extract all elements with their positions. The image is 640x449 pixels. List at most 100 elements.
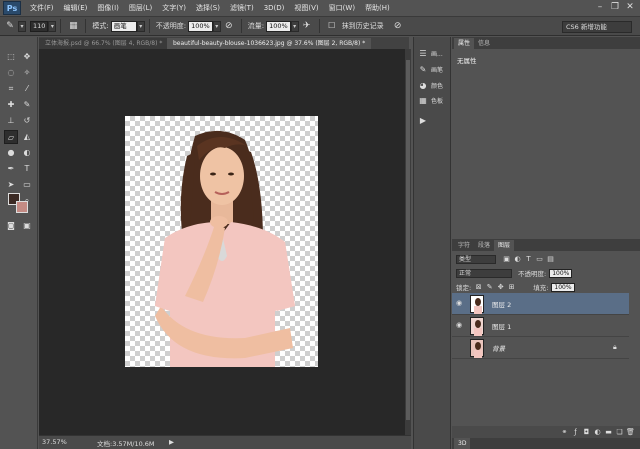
filter-adjust-icon[interactable]: ◐ — [513, 255, 522, 264]
trash-icon[interactable]: 🗑︎ — [626, 428, 635, 437]
menu-help[interactable]: 帮助(H) — [360, 0, 395, 16]
mode-dropdown[interactable]: ▾ — [136, 20, 145, 32]
layer-row-2[interactable]: ◉ 图层 2 — [452, 293, 629, 315]
woman-photo — [155, 130, 295, 367]
menu-type[interactable]: 文字(Y) — [157, 0, 191, 16]
layer-row-background[interactable]: ◌ 背景 🔒︎ — [452, 337, 629, 359]
magic-wand-icon[interactable]: ✧ — [20, 66, 34, 80]
eyedropper-icon[interactable]: ⁄ — [20, 82, 34, 96]
minimize-icon[interactable]: – — [594, 2, 606, 13]
menu-view[interactable]: 视图(V) — [289, 0, 323, 16]
opacity-dropdown[interactable]: ▾ — [212, 20, 221, 32]
tab-blouse[interactable]: beautiful-beauty-blouse-1036623.jpg @ 37… — [167, 38, 372, 49]
strip-item-swatches[interactable]: ▦ 色板 — [418, 94, 443, 106]
move-tool-icon[interactable]: ✥ — [20, 50, 34, 64]
tab-properties[interactable]: 属性 — [454, 38, 475, 49]
tab-info[interactable]: 信息 — [474, 38, 494, 49]
layer-name[interactable]: 图层 2 — [492, 299, 511, 309]
lock-all-icon[interactable]: ⊞ — [507, 283, 516, 292]
menu-layer[interactable]: 图层(L) — [124, 0, 157, 16]
add-mask-icon[interactable]: ◘ — [582, 428, 591, 437]
quick-mask-icon[interactable]: ◙ — [4, 219, 18, 233]
path-select-icon[interactable]: ➤ — [4, 178, 18, 192]
adjustment-layer-icon[interactable]: ◐ — [593, 428, 602, 437]
eraser-icon[interactable]: ▱ — [4, 130, 18, 144]
play-icon: ▶ — [419, 115, 427, 125]
menu-edit[interactable]: 编辑(E) — [59, 0, 93, 16]
lock-paint-icon[interactable]: ✎ — [485, 283, 494, 292]
airbrush-icon[interactable]: ✈ — [301, 20, 313, 32]
eraser-tool-icon[interactable]: ✎ — [4, 20, 16, 32]
layer-name[interactable]: 背景 — [492, 343, 505, 353]
restore-icon[interactable]: ❐ — [609, 2, 621, 13]
filter-pixel-icon[interactable]: ▣ — [502, 255, 511, 264]
brush-size-field[interactable]: 110 — [30, 20, 49, 32]
shape-tool-icon[interactable]: ▭ — [20, 178, 34, 192]
lock-pixels-icon[interactable]: ⊠ — [474, 283, 483, 292]
background-color-swatch[interactable] — [16, 201, 28, 213]
strip-item-color[interactable]: ◕ 颜色 — [418, 79, 444, 91]
menu-image[interactable]: 图像(I) — [92, 0, 124, 16]
zoom-level[interactable]: 37.57% — [42, 438, 67, 446]
new-layer-icon[interactable]: ❏ — [615, 428, 624, 437]
tab-poster[interactable]: 立体海报.psd @ 66.7% (图层 4, RGB/8) * — [39, 38, 169, 49]
menu-file[interactable]: 文件(F) — [25, 0, 59, 16]
filter-smart-icon[interactable]: ▤ — [546, 255, 555, 264]
opacity-field[interactable]: 100% — [188, 20, 213, 32]
clone-stamp-icon[interactable]: ⊥ — [4, 114, 18, 128]
link-layers-icon[interactable]: ⚭ — [560, 428, 569, 437]
menu-filter[interactable]: 滤镜(T) — [225, 0, 259, 16]
eye-icon[interactable]: ◉ — [455, 299, 463, 307]
tab-layers[interactable]: 图层 — [494, 240, 515, 251]
flow-dropdown[interactable]: ▾ — [290, 20, 299, 32]
layer-opacity-field[interactable]: 100% — [549, 268, 573, 278]
brush-tool-icon[interactable]: ✎ — [20, 98, 34, 112]
tab-character[interactable]: 字符 — [454, 240, 474, 251]
blur-tool-icon[interactable]: ● — [4, 146, 18, 160]
layer-row-1[interactable]: ◉ 图层 1 — [452, 315, 629, 337]
flow-field[interactable]: 100% — [266, 20, 291, 32]
strip-item-actions[interactable]: ▶ — [418, 114, 431, 126]
screen-mode-icon[interactable]: ▣ — [20, 219, 34, 233]
paint-bucket-icon[interactable]: ◭ — [20, 130, 34, 144]
tab-paragraph[interactable]: 段落 — [474, 240, 494, 251]
workspace-select[interactable]: CS6 新增功能 — [562, 21, 632, 33]
pressure-opacity-icon[interactable]: ⊘ — [223, 20, 235, 32]
lasso-tool-icon[interactable]: ◌ — [4, 66, 18, 80]
filter-type-icon[interactable]: T — [524, 255, 533, 264]
marquee-tool-icon[interactable]: ⬚ — [4, 50, 18, 64]
layer-style-icon[interactable]: ƒ — [571, 428, 580, 437]
mode-select[interactable]: 画笔 — [110, 20, 137, 32]
tool-preset-dropdown[interactable]: ▾ — [18, 20, 26, 32]
fill-field[interactable]: 100% — [551, 282, 575, 292]
history-checkbox[interactable]: ☐ — [326, 20, 338, 32]
eye-icon[interactable]: ◉ — [455, 321, 463, 329]
layer-filter-select[interactable]: 类型 — [456, 254, 496, 264]
eye-hidden-icon[interactable]: ◌ — [455, 343, 463, 351]
menu-select[interactable]: 选择(S) — [191, 0, 225, 16]
lock-position-icon[interactable]: ✥ — [496, 283, 505, 292]
blend-mode-select[interactable]: 正常 — [456, 268, 512, 278]
scrollbar-thumb[interactable] — [406, 60, 410, 420]
history-brush-icon[interactable]: ↺ — [20, 114, 34, 128]
palette-icon: ◕ — [419, 80, 427, 90]
close-icon[interactable]: ✕ — [624, 2, 636, 13]
dodge-tool-icon[interactable]: ◐ — [20, 146, 34, 160]
type-tool-icon[interactable]: T — [20, 162, 34, 176]
document-canvas[interactable] — [125, 116, 318, 367]
strip-item-adjust[interactable]: ☰ 画... — [418, 47, 442, 59]
layer-name[interactable]: 图层 1 — [492, 321, 511, 331]
new-group-icon[interactable]: ▬ — [604, 428, 613, 437]
brush-panel-icon[interactable]: ▦ — [67, 20, 79, 32]
strip-item-brush[interactable]: ✎ 画笔 — [418, 63, 443, 75]
filter-shape-icon[interactable]: ▭ — [535, 255, 544, 264]
status-menu-arrow[interactable]: ▶ — [169, 438, 174, 446]
pen-tool-icon[interactable]: ✒ — [4, 162, 18, 176]
brush-picker-dropdown[interactable]: ▾ — [48, 20, 57, 32]
pressure-size-icon[interactable]: ⊘ — [392, 20, 404, 32]
healing-brush-icon[interactable]: ✚ — [4, 98, 18, 112]
menu-3d[interactable]: 3D(D) — [259, 0, 290, 16]
tab-3d[interactable]: 3D — [454, 438, 471, 449]
menu-window[interactable]: 窗口(W) — [324, 0, 360, 16]
crop-tool-icon[interactable]: ⌗ — [4, 82, 18, 96]
